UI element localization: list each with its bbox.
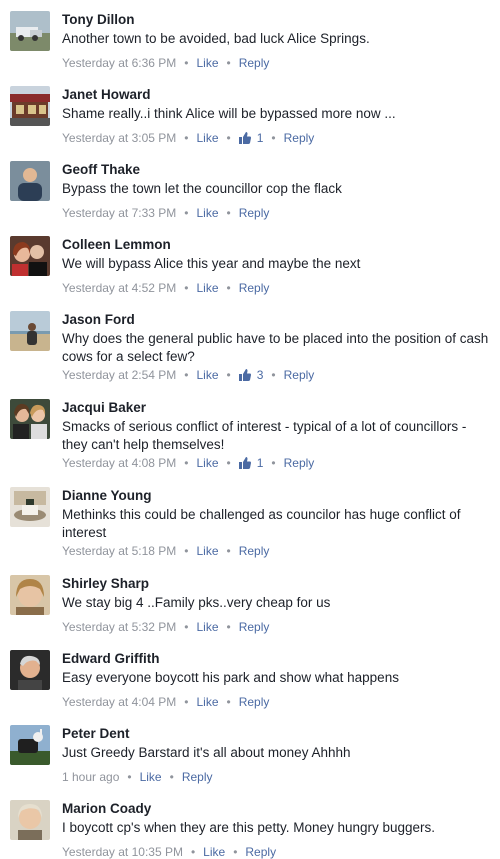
comment: Marion Coady I boycott cp's when they ar… — [0, 789, 500, 859]
reply-button[interactable]: Reply — [239, 206, 270, 220]
comment-author[interactable]: Colleen Lemmon — [62, 237, 171, 252]
reply-button[interactable]: Reply — [239, 544, 270, 558]
comment-text: Smacks of serious conflict of interest -… — [62, 419, 467, 452]
comment: Tony Dillon Another town to be avoided, … — [0, 0, 500, 75]
comment-timestamp[interactable]: Yesterday at 2:54 PM — [62, 368, 176, 382]
thumbs-up-icon — [238, 132, 251, 144]
comment-timestamp[interactable]: 1 hour ago — [62, 770, 119, 784]
reply-button[interactable]: Reply — [239, 695, 270, 709]
comment-timestamp[interactable]: Yesterday at 5:18 PM — [62, 544, 176, 558]
comment-meta: Yesterday at 4:04 PM • Like • Reply — [62, 695, 270, 709]
like-count[interactable]: 1 — [238, 131, 264, 145]
comment: Jason Ford Why does the general public h… — [0, 300, 500, 388]
like-button[interactable]: Like — [197, 281, 219, 295]
reply-button[interactable]: Reply — [284, 131, 315, 145]
reply-button[interactable]: Reply — [239, 620, 270, 634]
comment: Shirley Sharp We stay big 4 ..Family pks… — [0, 564, 500, 639]
comment-author[interactable]: Jacqui Baker — [62, 400, 146, 415]
avatar[interactable] — [10, 161, 50, 201]
avatar[interactable] — [10, 575, 50, 615]
comment: Jacqui Baker Smacks of serious conflict … — [0, 388, 500, 476]
comment-text: Methinks this could be challenged as cou… — [62, 507, 461, 540]
comment-meta: Yesterday at 2:54 PM • Like • 3 • Reply — [62, 368, 315, 382]
comment-timestamp[interactable]: Yesterday at 4:08 PM — [62, 456, 176, 470]
comment-author[interactable]: Marion Coady — [62, 801, 151, 816]
like-button[interactable]: Like — [203, 845, 225, 859]
comment-timestamp[interactable]: Yesterday at 7:33 PM — [62, 206, 176, 220]
comment: Dianne Young Methinks this could be chal… — [0, 476, 500, 564]
thumbs-up-icon — [238, 369, 251, 381]
comment-author[interactable]: Peter Dent — [62, 726, 130, 741]
comment-text: Just Greedy Barstard it's all about mone… — [62, 745, 351, 760]
comment-meta: Yesterday at 4:08 PM • Like • 1 • Reply — [62, 456, 315, 470]
comment-author[interactable]: Janet Howard — [62, 87, 151, 102]
comment-text: Shame really..i think Alice will be bypa… — [62, 106, 396, 121]
comment-meta: Yesterday at 7:33 PM • Like • Reply — [62, 206, 270, 220]
comment-author[interactable]: Shirley Sharp — [62, 576, 149, 591]
like-button[interactable]: Like — [197, 620, 219, 634]
reply-button[interactable]: Reply — [239, 56, 270, 70]
comment-text: We stay big 4 ..Family pks..very cheap f… — [62, 595, 331, 610]
comment-meta: Yesterday at 3:05 PM • Like • 1 • Reply — [62, 131, 315, 145]
like-button[interactable]: Like — [197, 456, 219, 470]
comment-author[interactable]: Geoff Thake — [62, 162, 140, 177]
like-count[interactable]: 1 — [238, 456, 264, 470]
avatar[interactable] — [10, 86, 50, 126]
avatar[interactable] — [10, 399, 50, 439]
like-button[interactable]: Like — [197, 206, 219, 220]
avatar[interactable] — [10, 725, 50, 765]
comment-meta: Yesterday at 5:18 PM • Like • Reply — [62, 544, 270, 558]
comment: Edward Griffith Easy everyone boycott hi… — [0, 639, 500, 714]
reply-button[interactable]: Reply — [239, 281, 270, 295]
comment-text: Easy everyone boycott his park and show … — [62, 670, 399, 685]
thumbs-up-icon — [238, 457, 251, 469]
avatar[interactable] — [10, 487, 50, 527]
like-button[interactable]: Like — [197, 56, 219, 70]
reply-button[interactable]: Reply — [245, 845, 276, 859]
reply-button[interactable]: Reply — [284, 368, 315, 382]
like-button[interactable]: Like — [197, 544, 219, 558]
comment: Janet Howard Shame really..i think Alice… — [0, 75, 500, 150]
avatar[interactable] — [10, 236, 50, 276]
avatar[interactable] — [10, 800, 50, 840]
comment: Geoff Thake Bypass the town let the coun… — [0, 150, 500, 225]
avatar[interactable] — [10, 650, 50, 690]
like-count-value: 3 — [256, 368, 264, 382]
comment: Colleen Lemmon We will bypass Alice this… — [0, 225, 500, 300]
reply-button[interactable]: Reply — [284, 456, 315, 470]
like-count[interactable]: 3 — [238, 368, 264, 382]
avatar[interactable] — [10, 11, 50, 51]
comment: Peter Dent Just Greedy Barstard it's all… — [0, 714, 500, 789]
comment-meta: Yesterday at 10:35 PM • Like • Reply — [62, 845, 277, 859]
comment-author[interactable]: Tony Dillon — [62, 12, 135, 27]
avatar[interactable] — [10, 311, 50, 351]
comment-timestamp[interactable]: Yesterday at 10:35 PM — [62, 845, 183, 859]
comment-text: Why does the general public have to be p… — [62, 331, 489, 364]
comment-text: Bypass the town let the councillor cop t… — [62, 181, 342, 196]
comment-author[interactable]: Edward Griffith — [62, 651, 160, 666]
like-button[interactable]: Like — [197, 368, 219, 382]
comment-timestamp[interactable]: Yesterday at 6:36 PM — [62, 56, 176, 70]
comment-meta: Yesterday at 5:32 PM • Like • Reply — [62, 620, 270, 634]
comment-timestamp[interactable]: Yesterday at 3:05 PM — [62, 131, 176, 145]
like-count-value: 1 — [256, 456, 264, 470]
comment-timestamp[interactable]: Yesterday at 4:04 PM — [62, 695, 176, 709]
comment-author[interactable]: Jason Ford — [62, 312, 135, 327]
like-count-value: 1 — [256, 131, 264, 145]
comment-timestamp[interactable]: Yesterday at 4:52 PM — [62, 281, 176, 295]
comment-timestamp[interactable]: Yesterday at 5:32 PM — [62, 620, 176, 634]
comment-text: I boycott cp's when they are this petty.… — [62, 820, 436, 835]
comment-meta: 1 hour ago • Like • Reply — [62, 770, 213, 784]
comment-text: We will bypass Alice this year and maybe… — [62, 256, 361, 271]
comment-author[interactable]: Dianne Young — [62, 488, 152, 503]
comment-text: Another town to be avoided, bad luck Ali… — [62, 31, 370, 46]
like-button[interactable]: Like — [197, 695, 219, 709]
like-button[interactable]: Like — [140, 770, 162, 784]
reply-button[interactable]: Reply — [182, 770, 213, 784]
like-button[interactable]: Like — [197, 131, 219, 145]
comment-meta: Yesterday at 6:36 PM • Like • Reply — [62, 56, 270, 70]
comment-meta: Yesterday at 4:52 PM • Like • Reply — [62, 281, 270, 295]
